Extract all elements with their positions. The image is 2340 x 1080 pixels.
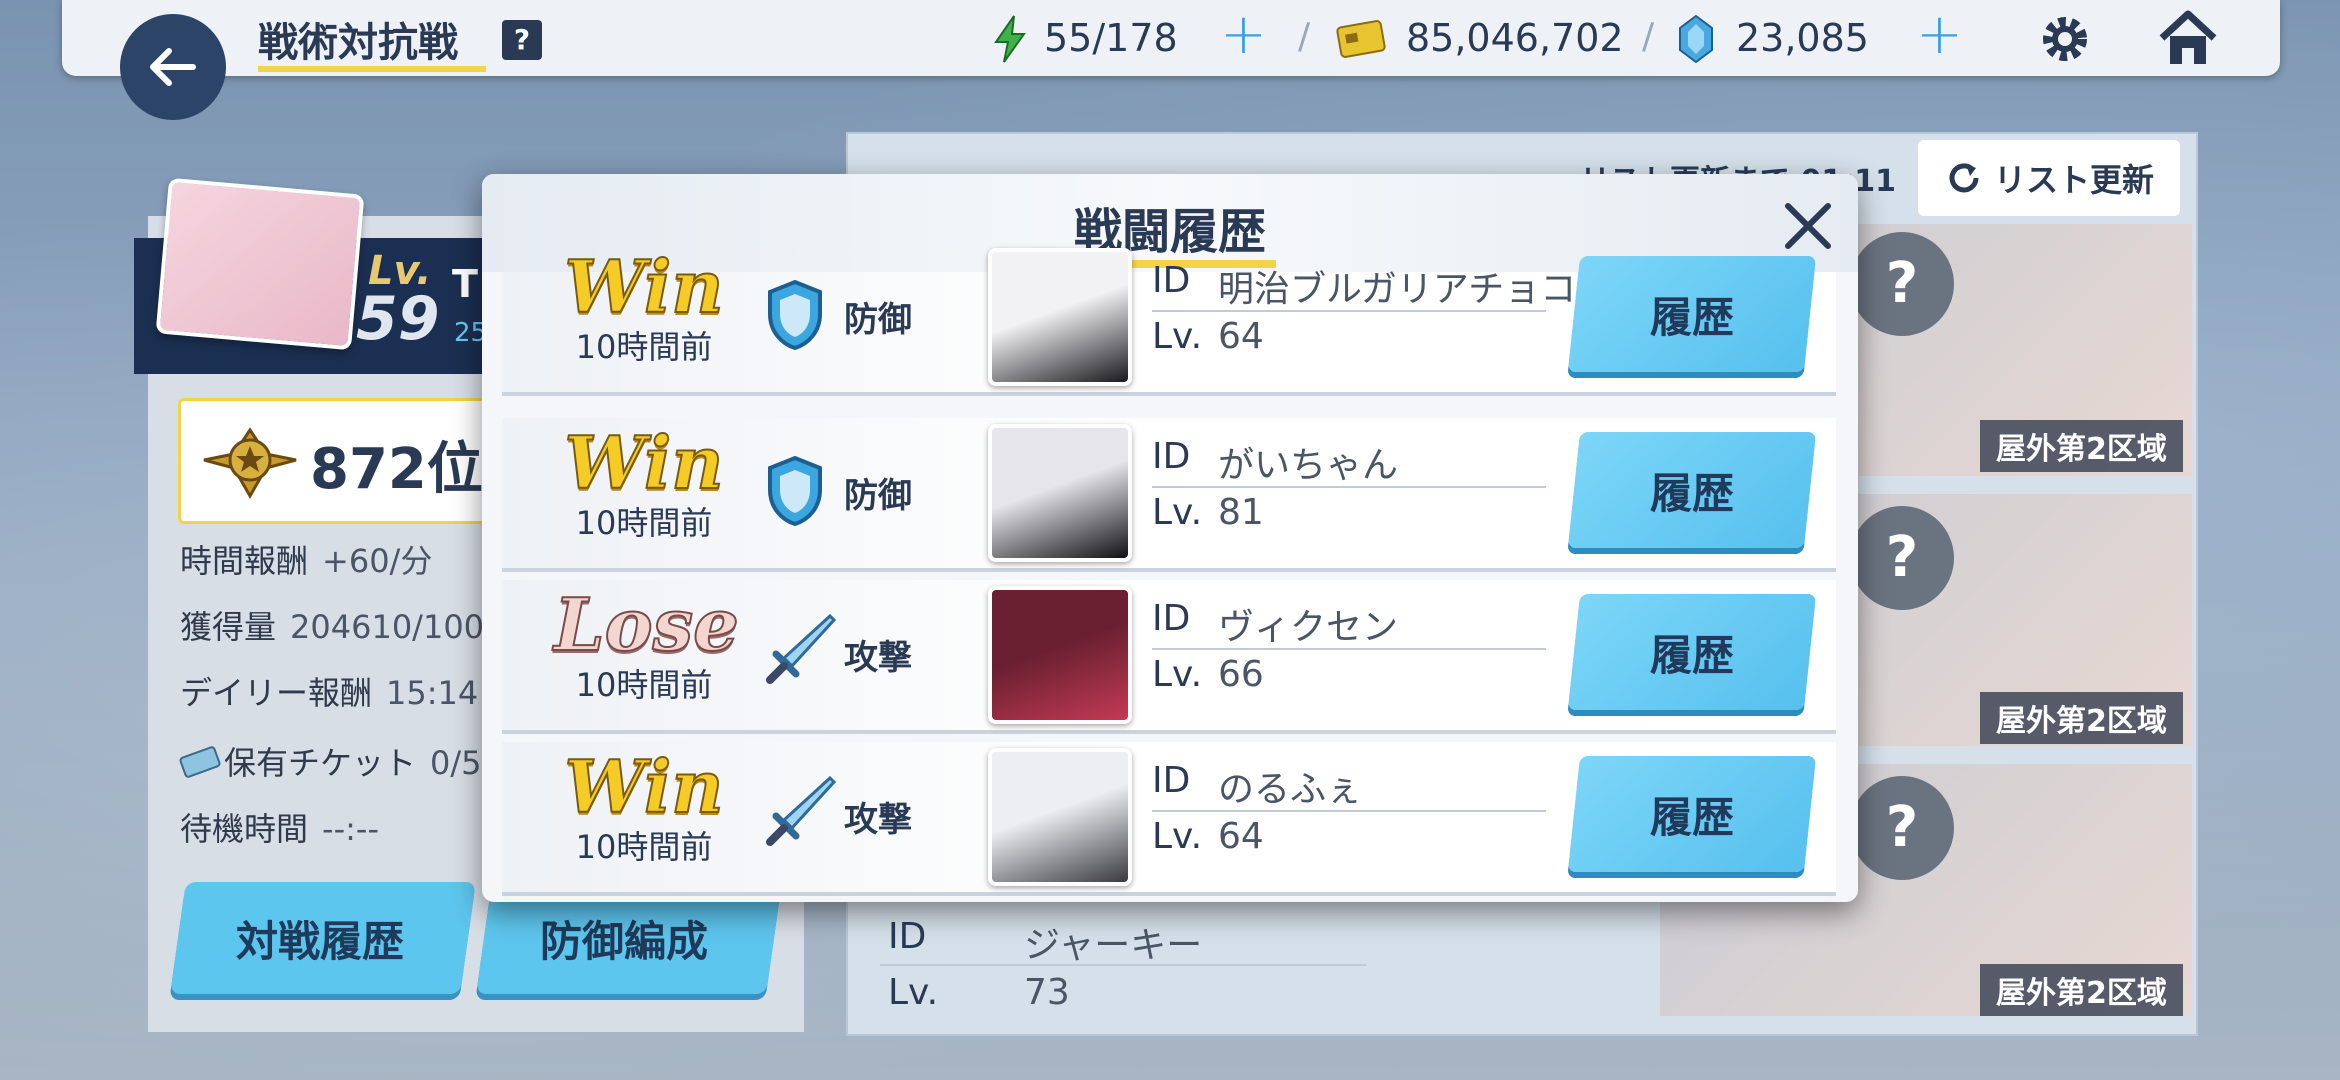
player-name: T	[452, 262, 478, 306]
ticket-icon	[179, 746, 221, 778]
time-ago: 10時間前	[575, 504, 713, 542]
opponent-id: 明治ブルガリアチョコ	[1218, 269, 1577, 310]
opponent-lv-value: 73	[1024, 972, 1070, 1013]
help-button[interactable]: ?	[502, 20, 542, 60]
player-avatar[interactable]	[155, 177, 365, 351]
divider	[1152, 486, 1546, 488]
history-row: Win 10時間前 防御 ID がいちゃん Lv. 81 履歴	[502, 418, 1836, 572]
refresh-icon	[1949, 163, 1979, 193]
battle-type: 攻撃	[844, 800, 912, 840]
stat-wait-time: 待機時間 --:--	[180, 810, 379, 848]
opponent-id: がいちゃん	[1218, 445, 1399, 486]
opponent-level: 64	[1218, 816, 1264, 857]
unknown-opponent-icon: ?	[1850, 776, 1954, 880]
replay-history-button[interactable]: 履歴	[1567, 256, 1817, 372]
close-icon[interactable]	[1780, 198, 1836, 254]
id-key: ID	[1152, 260, 1191, 301]
win-label: Win	[563, 243, 724, 330]
home-icon[interactable]	[2156, 8, 2220, 68]
level-value: 59	[356, 284, 440, 354]
area-label: 屋外第2区域	[1980, 964, 2183, 1016]
credits-value: 85,046,702	[1406, 16, 1624, 60]
battle-history-modal: 戦闘履歴 Win 10時間前 防御 ID 明治ブルガリアチョコ Lv. 64 履…	[482, 174, 1858, 902]
lv-key: Lv.	[1152, 316, 1203, 357]
gems-value: 23,085	[1736, 16, 1869, 60]
unknown-opponent-icon: ?	[1850, 232, 1954, 336]
stat-time-reward: 時間報酬 +60/分	[180, 542, 433, 580]
sword-icon	[766, 613, 837, 684]
divider	[1152, 648, 1546, 650]
attack-icon-wrap	[760, 772, 840, 856]
shield-icon	[768, 279, 822, 351]
separator: /	[1298, 16, 1311, 57]
gem-icon	[1679, 14, 1713, 64]
area-label: 屋外第2区域	[1980, 420, 2183, 472]
stat-earned: 獲得量 204610/1000	[180, 608, 505, 646]
lightning-icon	[994, 15, 1026, 63]
opponent-id: のるふぇ	[1218, 769, 1363, 810]
lv-key: Lv.	[1152, 816, 1203, 857]
separator: /	[1642, 16, 1655, 57]
replay-history-button[interactable]: 履歴	[1567, 756, 1817, 872]
win-label: Win	[563, 419, 724, 506]
back-button[interactable]	[120, 14, 226, 120]
stat-tickets: 保有チケット 0/5	[224, 744, 482, 782]
rank-emblem-icon	[203, 427, 297, 500]
lv-key: Lv.	[1152, 654, 1203, 695]
history-row: Win 10時間前 攻撃 ID のるふぇ Lv. 64 履歴	[502, 742, 1836, 896]
battle-history-button[interactable]: 対戦履歴	[236, 908, 404, 969]
history-row: Win 10時間前 防御 ID 明治ブルガリアチョコ Lv. 64 履歴	[502, 243, 1836, 396]
opponent-id-key: ID	[888, 916, 927, 957]
lv-key: Lv.	[1152, 492, 1203, 533]
credit-card-icon	[1336, 20, 1386, 58]
rank-value: 872位	[310, 437, 483, 502]
divider	[880, 964, 1366, 966]
id-key: ID	[1152, 760, 1191, 801]
divider	[1152, 810, 1546, 812]
defense-icon-wrap	[764, 454, 826, 532]
time-ago: 10時間前	[575, 328, 713, 366]
id-key: ID	[1152, 436, 1191, 477]
history-row: Lose 10時間前 攻撃 ID ヴィクセン Lv. 66 履歴	[502, 580, 1836, 734]
defense-icon-wrap	[764, 278, 826, 356]
unknown-opponent-icon: ?	[1850, 506, 1954, 610]
win-label: Win	[563, 743, 724, 830]
opponent-id-value: ジャーキー	[1024, 925, 1203, 966]
add-stamina-button[interactable]: +	[1220, 2, 1267, 67]
attack-icon-wrap	[760, 610, 840, 694]
replay-history-button[interactable]: 履歴	[1567, 594, 1817, 710]
defense-formation-button[interactable]: 防御編成	[540, 908, 708, 969]
replay-history-button[interactable]: 履歴	[1567, 432, 1817, 548]
stamina-value: 55/178	[1044, 16, 1178, 60]
id-key: ID	[1152, 598, 1191, 639]
shield-icon	[768, 455, 822, 527]
lose-label: Lose	[553, 581, 740, 668]
title-underline	[258, 66, 486, 72]
battle-type: 防御	[844, 476, 912, 516]
opponent-level: 66	[1218, 654, 1264, 695]
divider	[1152, 310, 1546, 312]
page-title: 戦術対抗戦	[258, 20, 458, 66]
opponent-portrait	[988, 748, 1132, 886]
opponent-portrait	[988, 424, 1132, 562]
opponent-level: 81	[1218, 492, 1264, 533]
opponent-lv-key: Lv.	[888, 972, 939, 1013]
time-ago: 10時間前	[575, 828, 713, 866]
sword-icon	[766, 775, 837, 846]
gear-icon[interactable]	[2036, 10, 2094, 68]
back-arrow-icon	[150, 48, 196, 86]
opponent-level: 64	[1218, 316, 1264, 357]
opponent-portrait	[988, 248, 1132, 386]
time-ago: 10時間前	[575, 666, 713, 704]
refresh-list-button[interactable]: リスト更新	[1918, 140, 2180, 216]
add-gems-button[interactable]: +	[1916, 2, 1963, 67]
battle-type: 防御	[844, 300, 912, 340]
stat-daily-reward: デイリー報酬 15:14	[180, 674, 479, 712]
opponent-portrait	[988, 586, 1132, 724]
area-label: 屋外第2区域	[1980, 692, 2183, 744]
battle-type: 攻撃	[844, 638, 912, 678]
opponent-id: ヴィクセン	[1218, 607, 1399, 648]
